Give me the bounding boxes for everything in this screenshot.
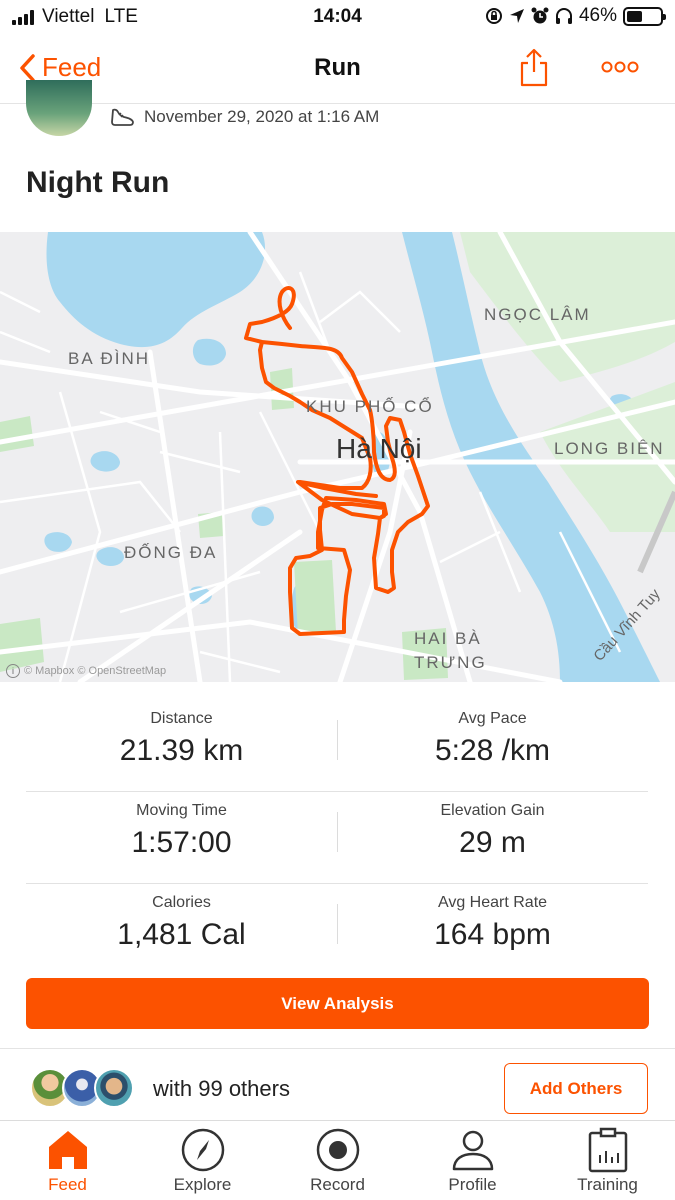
tab-training[interactable]: Training: [540, 1121, 675, 1200]
alarm-icon: [531, 7, 549, 24]
map-attribution[interactable]: i © Mapbox © OpenStreetMap: [6, 664, 166, 678]
record-icon: [316, 1128, 359, 1172]
group-with-text: with 99 others: [153, 1076, 290, 1101]
tab-label: Training: [577, 1175, 638, 1194]
stat-value: 21.39 km: [119, 734, 244, 767]
stat-label: Elevation Gain: [440, 802, 545, 819]
share-button[interactable]: [518, 46, 550, 93]
group-activity: with 99 others Add Others: [0, 1060, 675, 1118]
small-lake-2: [44, 532, 72, 552]
activity-date: November 29, 2020 at 1:16 AM: [144, 107, 380, 126]
tab-profile[interactable]: Profile: [405, 1121, 540, 1200]
stat-elevation-gain: Elevation Gain 29 m: [337, 792, 648, 883]
stat-label: Moving Time: [136, 802, 227, 819]
tab-bar: Feed Explore Record Profile Training: [0, 1120, 675, 1200]
tab-explore[interactable]: Explore: [135, 1121, 270, 1200]
tab-record[interactable]: Record: [270, 1121, 405, 1200]
stat-value: 1:57:00: [131, 826, 232, 859]
attribution-text: © Mapbox © OpenStreetMap: [24, 665, 167, 677]
stat-label: Distance: [150, 710, 213, 727]
profile-icon: [452, 1130, 493, 1171]
label-hai-ba: HAI BÀ: [414, 629, 482, 648]
stat-avg-pace: Avg Pace 5:28 /km: [337, 700, 648, 791]
shoe-icon: [111, 108, 134, 126]
tab-label: Explore: [173, 1175, 232, 1194]
status-right: 46%: [485, 5, 666, 27]
stat-label: Calories: [152, 894, 211, 911]
tab-label: Profile: [448, 1175, 497, 1194]
location-icon: [509, 9, 524, 23]
add-others-button[interactable]: Add Others: [504, 1063, 648, 1114]
info-icon: i: [6, 664, 20, 678]
compass-icon: [181, 1128, 224, 1172]
activity-title: Night Run: [26, 166, 170, 199]
divider: [0, 1048, 675, 1049]
page-title: Run: [314, 54, 361, 81]
park-1: [294, 560, 336, 636]
battery-percent: 46%: [578, 5, 617, 26]
label-dong-da: ĐỐNG ĐA: [124, 542, 217, 562]
small-lake-4: [251, 506, 274, 526]
share-icon: [520, 48, 548, 87]
view-analysis-button[interactable]: View Analysis: [26, 978, 649, 1029]
nav-bar: Feed Run: [0, 38, 675, 104]
stat-value: 1,481 Cal: [117, 918, 246, 951]
west-lake: [46, 232, 266, 348]
status-bar: Viettel LTE 14:04 46%: [0, 0, 675, 36]
stat-calories: Calories 1,481 Cal: [26, 884, 337, 976]
stats-row: Moving Time 1:57:00 Elevation Gain 29 m: [26, 792, 648, 884]
stat-value: 29 m: [459, 826, 526, 859]
small-lake-3: [96, 547, 124, 566]
group-avatars[interactable]: [30, 1068, 136, 1110]
stat-label: Avg Pace: [458, 710, 527, 727]
stats-grid: Distance 21.39 km Avg Pace 5:28 /km Movi…: [26, 700, 648, 976]
label-ba-dinh: BA ĐÌNH: [68, 349, 150, 368]
stats-row: Distance 21.39 km Avg Pace 5:28 /km: [26, 700, 648, 792]
label-trung: TRƯNG: [414, 653, 487, 672]
stat-value: 5:28 /km: [434, 734, 551, 767]
label-ngoc-lam: NGỌC LÂM: [484, 305, 591, 324]
small-lake-1: [90, 451, 120, 472]
label-khu-pho-co: KHU PHỐ CỔ: [306, 396, 434, 416]
stat-distance: Distance 21.39 km: [26, 700, 337, 791]
stat-value: 164 bpm: [434, 918, 551, 951]
truc-bach-lake: [192, 338, 226, 366]
battery-icon: [623, 6, 666, 26]
tab-feed[interactable]: Feed: [0, 1121, 135, 1200]
tab-label: Record: [310, 1175, 365, 1194]
label-ha-noi: Hà Nội: [336, 433, 422, 464]
stat-label: Avg Heart Rate: [437, 894, 548, 911]
stat-avg-heart-rate: Avg Heart Rate 164 bpm: [337, 884, 648, 976]
map-canvas: BA ĐÌNH NGỌC LÂM KHU PHỐ CỔ LONG BIÊN ĐỐ…: [0, 232, 675, 682]
park-3: [0, 416, 34, 452]
more-icon: [601, 61, 639, 73]
label-long-bien: LONG BIÊN: [554, 439, 665, 458]
stats-row: Calories 1,481 Cal Avg Heart Rate 164 bp…: [26, 884, 648, 976]
activity-meta: November 29, 2020 at 1:16 AM: [110, 106, 379, 128]
avatar: [94, 1068, 134, 1108]
athlete-avatar[interactable]: [26, 80, 92, 136]
stat-moving-time: Moving Time 1:57:00: [26, 792, 337, 883]
more-options-button[interactable]: [600, 60, 640, 79]
calendar-icon: [588, 1127, 627, 1173]
tab-label: Feed: [48, 1175, 87, 1194]
route-map[interactable]: BA ĐÌNH NGỌC LÂM KHU PHỐ CỔ LONG BIÊN ĐỐ…: [0, 232, 675, 682]
home-icon: [48, 1131, 87, 1169]
rotation-lock-icon: [485, 8, 502, 24]
headphones-icon: [555, 8, 572, 24]
